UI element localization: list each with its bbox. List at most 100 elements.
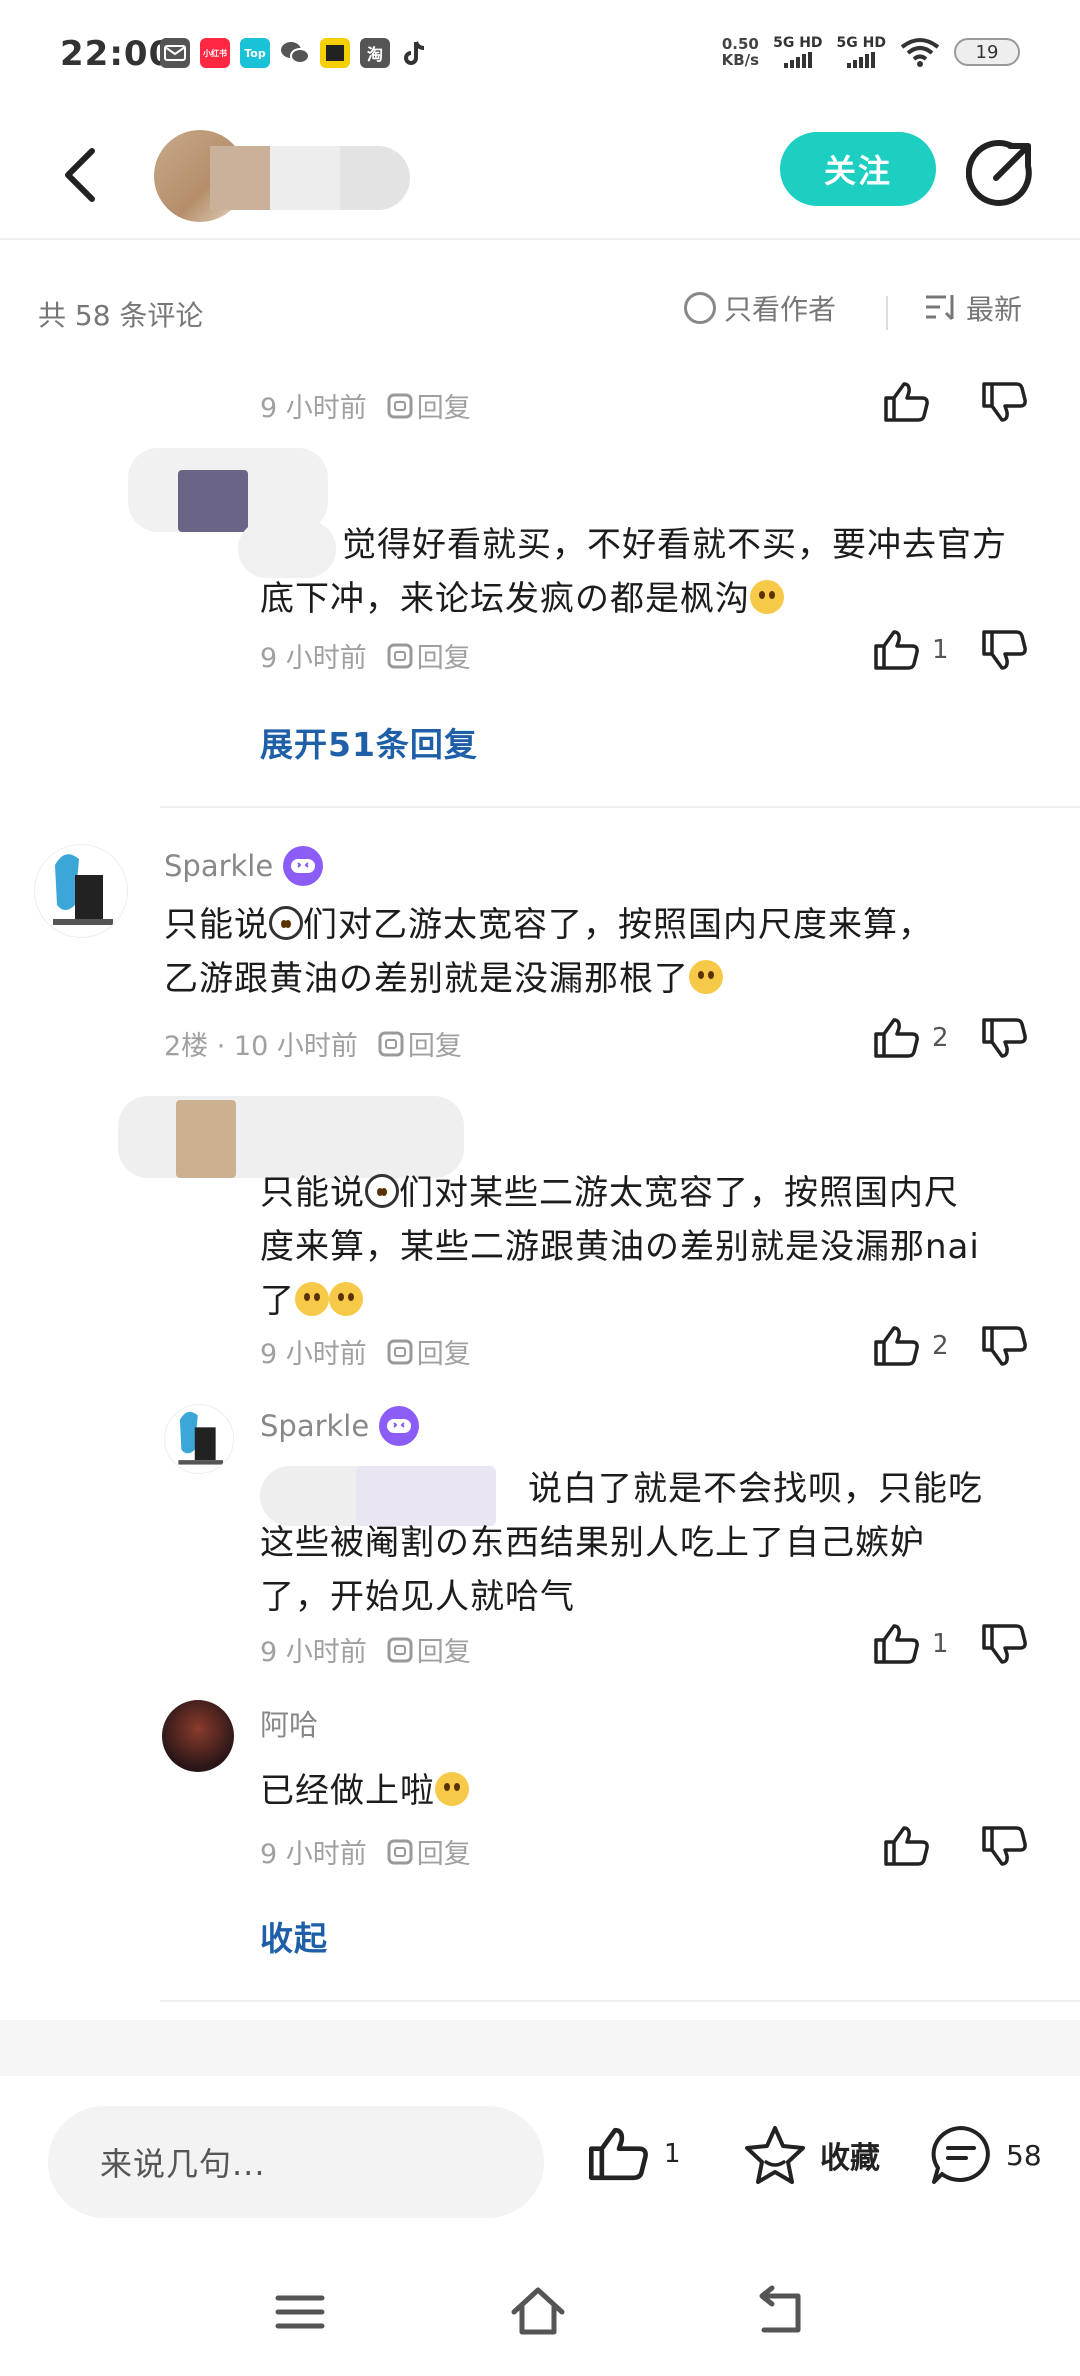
follow-button[interactable]: 关注 xyxy=(780,132,936,206)
comments-button[interactable]: 58 xyxy=(928,2124,1042,2186)
divider xyxy=(160,2000,1080,2002)
bottom-action-bar: 来说几句... 1 收藏 58 xyxy=(0,2076,1080,2256)
divider xyxy=(886,296,888,330)
comment-bubble-icon xyxy=(931,2126,990,2184)
reply-item: 只能说 们对某些二游太宽容了，按照国内尺 度来算，某些二游跟黄油の差别就是没漏那n… xyxy=(260,1166,1030,1370)
comment-item: Sparkle 只能说 们对乙游太宽容了，按照国内尺度来算， 乙游跟黄油の差别就是… xyxy=(164,846,1030,1066)
network-speed: 0.50 KB/s xyxy=(721,35,760,69)
sort-button[interactable]: 最新 xyxy=(924,288,1022,328)
reply-button[interactable]: 回复 xyxy=(387,386,471,425)
user-avatar[interactable] xyxy=(34,844,128,938)
like-button[interactable]: 2 xyxy=(872,1324,952,1368)
dislike-icon[interactable] xyxy=(980,1622,1030,1666)
emoji-icon xyxy=(435,1772,469,1806)
comment-meta: 2楼 · 10 小时前 回复 xyxy=(164,1024,462,1063)
dislike-icon[interactable] xyxy=(980,1016,1030,1060)
comment-text: 只能说 们对某些二游太宽容了，按照国内尺 度来算，某些二游跟黄油の差别就是没漏那n… xyxy=(260,1173,980,1321)
collapse-replies-link[interactable]: 收起 xyxy=(260,1912,328,1960)
comment-meta: 9 小时前 回复 xyxy=(260,636,471,675)
game-badge-icon xyxy=(379,1406,420,1446)
back-button[interactable] xyxy=(50,140,110,210)
user-avatar[interactable] xyxy=(164,1404,234,1474)
expand-replies-link[interactable]: 展开51条回复 xyxy=(260,718,478,766)
username[interactable]: Sparkle xyxy=(164,846,324,886)
reply-icon xyxy=(387,393,413,418)
menu-icon[interactable] xyxy=(270,2282,330,2342)
comment-input[interactable]: 来说几句... xyxy=(48,2106,544,2218)
author-only-toggle[interactable]: 只看作者 xyxy=(684,288,836,328)
radio-circle-icon xyxy=(684,292,716,324)
cat-emoji-icon xyxy=(365,1174,399,1208)
tiktok-icon xyxy=(400,38,430,68)
emoji-icon xyxy=(689,960,723,994)
reply-button[interactable]: 回复 xyxy=(387,1630,471,1669)
like-button[interactable]: 1 xyxy=(872,1622,952,1666)
wifi-icon xyxy=(900,38,940,67)
like-icon xyxy=(874,1624,919,1664)
signal-1: 5G HD xyxy=(773,36,823,68)
comment-meta: 9 小时前 回复 xyxy=(260,1832,471,1871)
status-app-icons: 小红书 Top 淘 xyxy=(160,38,430,68)
reply-item: Sparkle 说白了就是不会找呗，只能吃 这些被阉割の东西结果别人吃上了自己嫉… xyxy=(260,1406,1030,1669)
like-button[interactable]: 2 xyxy=(872,1016,952,1060)
comment-meta: 9 小时前 回复 xyxy=(260,386,471,425)
back-nav-icon[interactable] xyxy=(750,2282,810,2342)
signal-bars-icon xyxy=(783,52,812,68)
video-icon xyxy=(320,38,350,68)
reply-item: 9 小时前 回复 xyxy=(260,380,1030,430)
comment-meta: 9 小时前 回复 xyxy=(260,1332,471,1371)
reply-icon xyxy=(378,1031,404,1056)
dislike-icon[interactable] xyxy=(980,628,1030,672)
reply-icon xyxy=(387,1839,413,1864)
comment-text: 已经做上啦 xyxy=(260,1764,469,1818)
post-like-button[interactable]: 1 xyxy=(586,2124,681,2184)
reply-icon xyxy=(387,1339,413,1364)
blurred-avatar xyxy=(176,1100,236,1178)
sort-icon xyxy=(926,295,954,321)
status-bar: 22:00 小红书 Top 淘 0.50 KB/s 5G HD 5G HD 19 xyxy=(0,0,1080,110)
like-icon xyxy=(874,630,919,670)
share-button[interactable] xyxy=(965,136,1038,208)
dislike-icon[interactable] xyxy=(980,1824,1030,1868)
dislike-icon[interactable] xyxy=(980,380,1030,424)
reply-button[interactable]: 回复 xyxy=(378,1024,462,1063)
footer-shade xyxy=(0,2020,1080,2076)
comment-text: 说白了就是不会找呗，只能吃 这些被阉割の东西结果别人吃上了自己嫉妒 了，开始见人… xyxy=(260,1469,983,1617)
emoji-icon xyxy=(295,1282,329,1316)
mail-icon xyxy=(160,38,190,68)
cat-emoji-icon xyxy=(269,906,303,940)
back-arrow-icon xyxy=(65,148,95,202)
comment-meta: 9 小时前 回复 xyxy=(260,1630,471,1669)
reply-button[interactable]: 回复 xyxy=(387,1332,471,1371)
username[interactable]: 阿哈 xyxy=(260,1702,318,1744)
signal-bars-icon xyxy=(847,52,876,68)
author-info-blurred[interactable] xyxy=(150,130,410,222)
comment-count: 共 58 条评论 xyxy=(38,299,204,332)
like-icon[interactable] xyxy=(882,1824,932,1868)
top-nav: 关注 xyxy=(0,110,1080,240)
home-icon[interactable] xyxy=(508,2282,568,2342)
reply-button[interactable]: 回复 xyxy=(387,1832,471,1871)
reply-item: 觉得好看就买，不好看就不买，要冲去官方底下冲，来论坛发疯の都是枫沟 9 小时前 … xyxy=(260,518,1030,678)
reply-button[interactable]: 回复 xyxy=(387,636,471,675)
username[interactable]: Sparkle xyxy=(260,1406,420,1446)
comment-text: 觉得好看就买，不好看就不买，要冲去官方底下冲，来论坛发疯の都是枫沟 xyxy=(260,525,1007,619)
battery-indicator: 19 xyxy=(954,38,1020,66)
status-right: 0.50 KB/s 5G HD 5G HD 19 xyxy=(722,36,1020,68)
emoji-icon xyxy=(329,1282,363,1316)
like-button[interactable]: 1 xyxy=(872,628,952,672)
like-icon xyxy=(874,1018,919,1058)
like-icon[interactable] xyxy=(882,380,932,424)
reply-icon xyxy=(387,1637,413,1662)
system-nav-bar xyxy=(0,2256,1080,2376)
like-icon xyxy=(874,1326,919,1366)
user-avatar[interactable] xyxy=(162,1700,234,1772)
reply-icon xyxy=(387,643,413,668)
share-icon xyxy=(965,139,1032,206)
taobao-icon: 淘 xyxy=(360,38,390,68)
xiaohongshu-icon: 小红书 xyxy=(200,38,230,68)
favorite-button[interactable]: 收藏 xyxy=(742,2124,880,2186)
dislike-icon[interactable] xyxy=(980,1324,1030,1368)
signal-2: 5G HD xyxy=(837,36,886,68)
divider xyxy=(160,806,1080,808)
